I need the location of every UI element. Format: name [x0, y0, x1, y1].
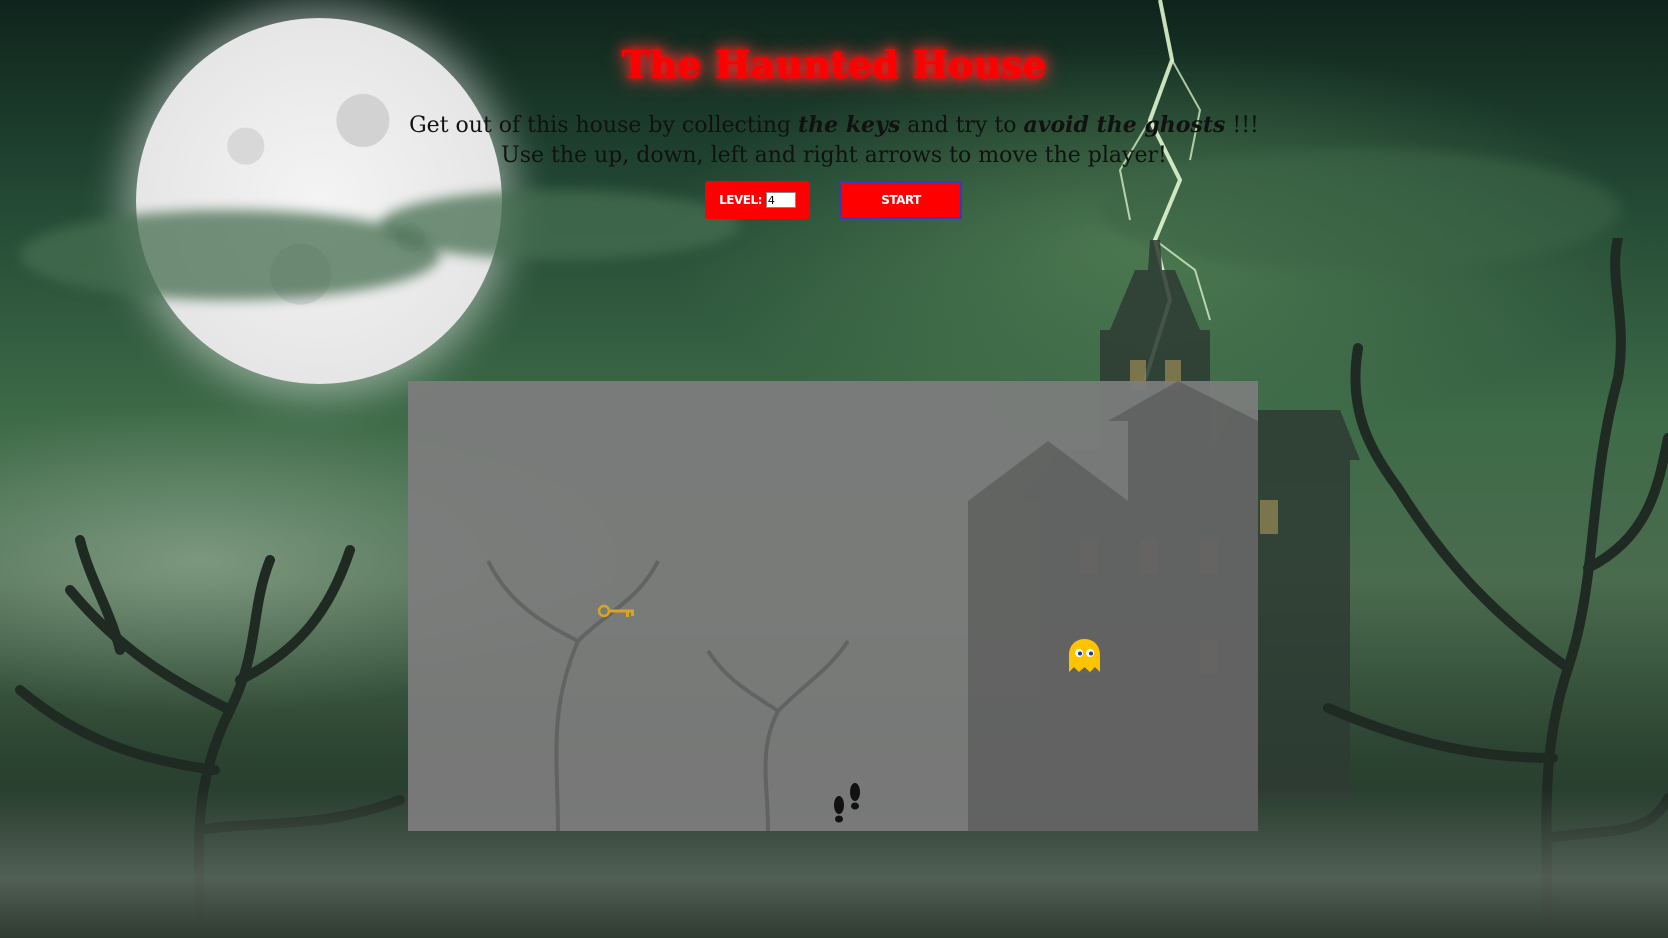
level-label: LEVEL:	[719, 193, 762, 207]
page-title: The Haunted House	[621, 42, 1047, 87]
instructions-prefix: Get out of this house by collecting	[409, 113, 798, 138]
start-button[interactable]: START	[840, 181, 962, 219]
cloud-decoration	[380, 190, 740, 260]
level-input[interactable]	[765, 192, 796, 208]
instructions-suffix: !!!	[1225, 113, 1259, 138]
instructions-line-2: Use the up, down, left and right arrows …	[501, 143, 1167, 168]
player-footprints-icon	[834, 783, 860, 823]
key-icon	[598, 604, 634, 618]
game-board[interactable]	[408, 381, 1258, 831]
instructions-keys-emphasis: the keys	[798, 112, 901, 138]
board-background-scenery	[486, 381, 1258, 831]
level-selector: LEVEL:	[705, 181, 810, 219]
ghost-icon	[1069, 639, 1100, 672]
instructions-line-1: Get out of this house by collecting the …	[0, 110, 1668, 141]
instructions-middle: and try to	[900, 113, 1024, 138]
instructions-ghosts-emphasis: avoid the ghosts	[1023, 112, 1226, 138]
cloud-decoration	[20, 210, 440, 300]
instructions: Get out of this house by collecting the …	[0, 110, 1668, 171]
